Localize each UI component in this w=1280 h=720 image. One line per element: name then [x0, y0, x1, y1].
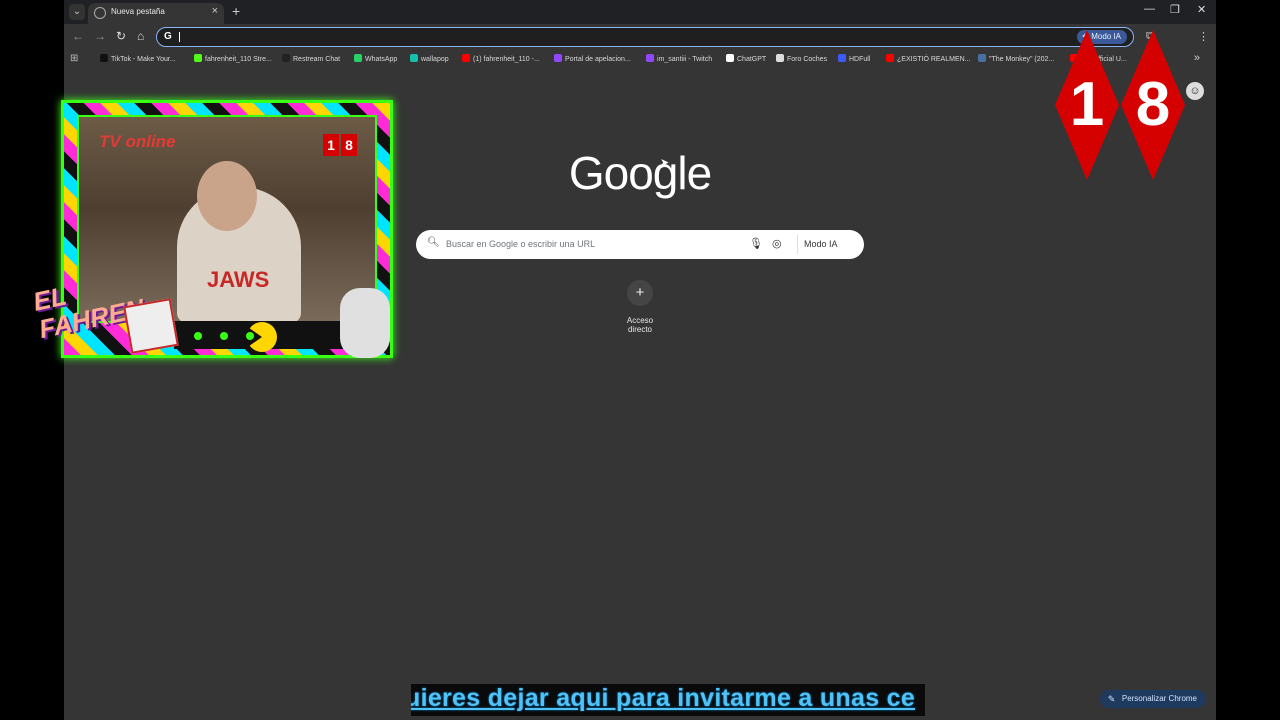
scrolling-ticker: uieres dejar aqui para invitarme a unas … — [411, 684, 925, 716]
bookmark-label: (1) fahrenheit_110 -... — [473, 56, 540, 63]
home-button[interactable]: ⌂ — [137, 29, 144, 43]
bookmark-label: fahrenheit_110 Stre... — [205, 56, 272, 63]
pellet — [194, 332, 202, 340]
bookmark-favicon-icon — [838, 54, 846, 62]
bookmark-item[interactable]: "The Monkey" (202... — [978, 54, 1054, 63]
ai-mode-button[interactable]: Modo IA — [797, 235, 838, 254]
bookmarks-overflow-icon[interactable]: » — [1194, 52, 1200, 64]
close-window-button[interactable]: ✕ — [1197, 3, 1206, 16]
bookmarks-bar: ⊞ TikTok - Make Your... fahrenheit_110 St… — [64, 50, 1216, 70]
rating-diamond: 8 — [1121, 30, 1185, 180]
shirt-text: JAWS — [207, 267, 270, 292]
age-rating-badge: 1 8 — [1055, 30, 1189, 180]
bookmark-item[interactable]: Foro Coches — [776, 54, 827, 63]
microphone-icon[interactable]: 🎙︎ — [749, 237, 763, 250]
bookmark-favicon-icon — [462, 54, 470, 62]
webcam-title: TV online — [99, 132, 176, 151]
search-placeholder: Buscar en Google o escribir una URL — [446, 239, 596, 249]
webcam-age-badge: 18 — [321, 134, 357, 156]
bookmark-favicon-icon — [354, 54, 362, 62]
globe-icon — [94, 7, 106, 19]
bookmark-label: Restream Chat — [293, 56, 341, 63]
tab-new-tab[interactable]: Nueva pestaña × — [88, 3, 224, 24]
bookmark-label: Portal de apelacion... — [565, 56, 631, 63]
bookmark-favicon-icon — [194, 54, 202, 62]
bookmark-favicon-icon — [886, 54, 894, 62]
back-button[interactable]: ← — [72, 29, 84, 43]
bookmark-item[interactable]: HDFull — [838, 54, 870, 63]
joystick-icon — [123, 298, 179, 354]
minimize-button[interactable]: — — [1144, 3, 1155, 15]
profile-avatar-icon[interactable]: ☺ — [1186, 82, 1204, 100]
bookmark-favicon-icon — [554, 54, 562, 62]
toolbar: ← → ↻ ⌂ G Modo IA ⧉ ⋮ — [64, 24, 1216, 50]
new-tab-button[interactable]: + — [232, 3, 240, 19]
bookmark-item[interactable]: TikTok - Make Your... — [100, 54, 176, 63]
tab-title: Nueva pestaña — [111, 7, 165, 16]
bookmark-favicon-icon — [776, 54, 784, 62]
bookmark-favicon-icon — [410, 54, 418, 62]
bookmark-item[interactable]: wallapop — [410, 54, 449, 63]
mouse-cursor-icon: ➤ — [660, 157, 670, 169]
fahren-logo: EL FAHREN — [29, 262, 179, 358]
pellet — [220, 332, 228, 340]
ticker-text: uieres dejar aqui para invitarme a unas … — [411, 684, 916, 712]
chrome-menu-icon[interactable]: ⋮ — [1198, 30, 1209, 43]
bookmark-item[interactable]: im_santiii - Twitch — [646, 54, 712, 63]
search-icon: 🔍︎ — [427, 237, 440, 248]
bookmark-favicon-icon — [726, 54, 734, 62]
tab-close-icon[interactable]: × — [212, 5, 218, 17]
streamer-head — [197, 161, 257, 231]
bookmark-label: TikTok - Make Your... — [111, 56, 176, 63]
text-caret — [179, 32, 180, 42]
tab-search-icon[interactable]: ⌄ — [69, 4, 85, 20]
bookmark-favicon-icon — [978, 54, 986, 62]
bookmark-label: ChatGPT — [737, 56, 767, 63]
bookmark-item[interactable]: ChatGPT — [726, 54, 766, 63]
address-bar[interactable]: G Modo IA — [156, 27, 1134, 47]
astronaut-icon — [340, 288, 390, 358]
shortcut-label: Acceso directo — [626, 316, 654, 334]
restore-button[interactable]: ❐ — [1170, 3, 1180, 16]
pellet — [246, 332, 254, 340]
rating-digit: 1 — [1069, 70, 1105, 139]
badge-digit: 8 — [341, 134, 357, 156]
bookmark-favicon-icon — [646, 54, 654, 62]
bookmark-label: wallapop — [421, 56, 449, 63]
search-box[interactable]: 🔍︎ Buscar en Google o escribir una URL 🎙… — [416, 230, 864, 259]
add-shortcut[interactable]: + Acceso directo — [614, 280, 666, 334]
bookmark-item[interactable]: Portal de apelacion... — [554, 54, 631, 63]
rating-digit: 8 — [1135, 70, 1171, 139]
bookmark-favicon-icon — [100, 54, 108, 62]
bookmark-label: WhatsApp — [365, 56, 398, 63]
google-g-icon: G — [164, 31, 172, 42]
rating-diamond: 1 — [1055, 30, 1119, 180]
bookmark-label: Foro Coches — [787, 56, 828, 63]
bookmark-item[interactable]: (1) fahrenheit_110 -... — [462, 54, 540, 63]
tab-strip: ⌄ Nueva pestaña × + — ❐ ✕ — [64, 0, 1216, 24]
bookmark-item[interactable]: Restream Chat — [282, 54, 340, 63]
bookmark-item[interactable]: fahrenheit_110 Stre... — [194, 54, 272, 63]
customize-chrome-button[interactable]: Personalizar Chrome — [1099, 690, 1206, 708]
lens-camera-icon[interactable]: ◎ — [772, 237, 782, 250]
reload-button[interactable]: ↻ — [116, 29, 126, 43]
bookmark-label: im_santiii - Twitch — [657, 56, 713, 63]
apps-grid-icon[interactable]: ⊞ — [70, 53, 78, 64]
bookmark-favicon-icon — [282, 54, 290, 62]
bookmark-label: "The Monkey" (202... — [989, 56, 1055, 63]
bookmark-item[interactable]: ¿EXISTIÓ REALMEN... — [886, 54, 971, 63]
bookmark-label: ¿EXISTIÓ REALMEN... — [897, 56, 971, 63]
bookmark-item[interactable]: WhatsApp — [354, 54, 397, 63]
plus-icon: + — [627, 280, 653, 306]
forward-button[interactable]: → — [94, 29, 106, 43]
bookmark-label: HDFull — [849, 56, 871, 63]
badge-digit: 1 — [323, 134, 339, 156]
